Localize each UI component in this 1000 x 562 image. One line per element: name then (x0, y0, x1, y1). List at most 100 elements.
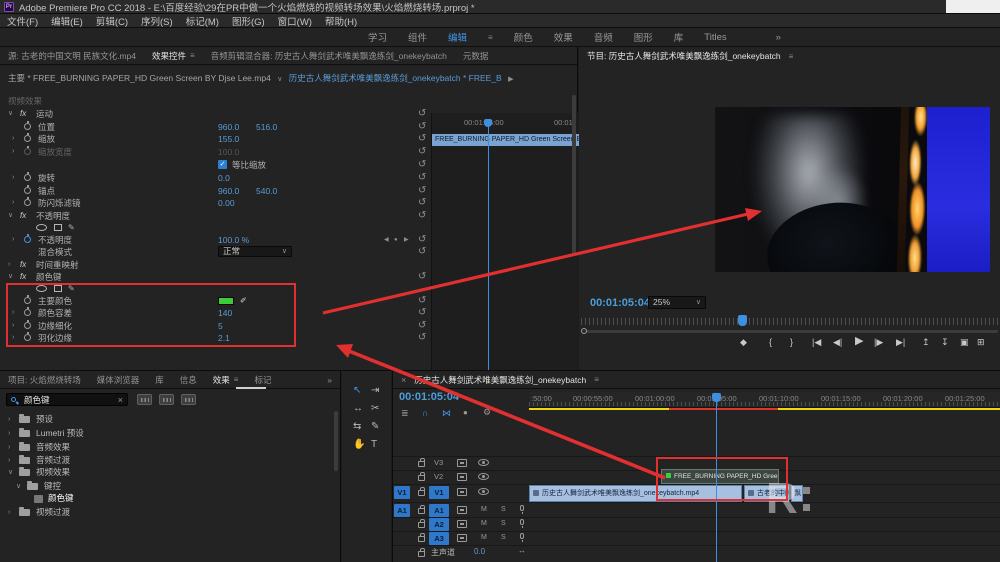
clip-v1-sword-dance[interactable]: 历史古人舞剑武术唯美飘逸练剑_onekeybatch.mp4 (529, 485, 742, 502)
lift-button[interactable]: ↥ (922, 335, 930, 349)
stopwatch-icon-active[interactable] (24, 234, 31, 243)
clip-v2-burning-paper[interactable]: FREE_BURNING PAPER_HD Green Scr (661, 469, 779, 484)
scale-value[interactable]: 155.0 (218, 133, 239, 145)
twirl-open-icon[interactable]: ∨ (8, 210, 13, 222)
workspace-overflow-chevron[interactable]: » (776, 32, 781, 43)
reset-icon[interactable]: ↺ (418, 197, 426, 209)
tree-item-audio-effects[interactable]: › 音频效果 (0, 441, 330, 454)
workspace-titles[interactable]: Titles (704, 32, 726, 43)
go-to-out-button[interactable]: ▶| (896, 335, 905, 349)
stopwatch-icon[interactable] (24, 133, 31, 142)
track-select-tool[interactable]: ⇥ (371, 385, 379, 396)
lock-icon[interactable] (418, 458, 425, 467)
stopwatch-icon[interactable] (24, 332, 31, 341)
panel-menu-icon[interactable]: ≡ (190, 51, 195, 60)
ec-vertical-scrollbar[interactable] (572, 95, 576, 255)
mute-button[interactable]: M (481, 520, 487, 527)
rotation-value[interactable]: 0.0 (218, 172, 230, 184)
workspace-audio[interactable]: 音频 (594, 30, 613, 44)
menu-graphics[interactable]: 图形(G) (232, 14, 265, 28)
effect-row-opacity[interactable]: ∨ fx 不透明度 ↺ (0, 210, 430, 222)
stopwatch-icon[interactable] (24, 121, 31, 130)
tree-scrollbar[interactable] (334, 411, 338, 471)
track-target-a2[interactable]: A2 (429, 518, 449, 531)
twirl-closed-icon[interactable]: › (12, 332, 14, 344)
workspace-color[interactable]: 颜色 (514, 30, 533, 44)
reset-icon[interactable]: ↺ (418, 133, 426, 145)
menu-file[interactable]: 文件(F) (7, 14, 38, 28)
add-marker-button[interactable]: ◆ (740, 335, 747, 349)
reset-icon[interactable]: ↺ (418, 271, 426, 283)
twirl-closed-icon[interactable]: › (8, 506, 10, 519)
master-gain-value[interactable]: 0.0 (474, 547, 485, 556)
tab-info[interactable]: 信息 (180, 374, 197, 386)
extract-button[interactable]: ↧ (941, 335, 949, 349)
menu-markers[interactable]: 标记(M) (186, 14, 219, 28)
reset-icon[interactable]: ↺ (418, 295, 426, 307)
sync-lock-icon[interactable] (457, 534, 467, 542)
twirl-closed-icon[interactable]: › (8, 441, 10, 454)
twirl-closed-icon[interactable]: › (8, 413, 10, 426)
reset-icon[interactable]: ↺ (418, 121, 426, 133)
menu-help[interactable]: 帮助(H) (325, 14, 357, 28)
lock-icon[interactable] (418, 472, 425, 481)
mute-button[interactable]: M (481, 534, 487, 541)
solo-button[interactable]: S (501, 534, 506, 541)
track-visibility-icon[interactable] (478, 473, 489, 480)
lock-icon[interactable] (418, 505, 425, 514)
edge-thin-value[interactable]: 5 (218, 320, 223, 332)
tree-item-presets[interactable]: › 预设 (0, 413, 330, 426)
solo-button[interactable]: S (501, 520, 506, 527)
tab-libraries[interactable]: 库 (155, 374, 164, 386)
menu-edit[interactable]: 编辑(E) (51, 14, 83, 28)
workspace-menu-icon[interactable]: ≡ (488, 33, 493, 42)
twirl-closed-icon[interactable]: › (12, 133, 14, 145)
program-scrub-bar[interactable] (581, 318, 998, 325)
track-label-v2[interactable]: V2 (434, 472, 443, 481)
edge-feather-value[interactable]: 2.1 (218, 332, 230, 344)
tab-audio-clip-mixer[interactable]: 音频剪辑混合器: 历史古人舞剑武术唯美飘逸练剑_onekeybatch (211, 50, 447, 62)
sync-lock-icon[interactable] (457, 520, 467, 528)
tab-effects[interactable]: 效果 (213, 374, 230, 386)
anchor-x-value[interactable]: 960.0 (218, 185, 239, 197)
ellipse-mask-icon[interactable] (36, 224, 47, 231)
anchor-y-value[interactable]: 540.0 (256, 185, 277, 197)
stopwatch-icon[interactable] (24, 295, 31, 304)
twirl-closed-icon[interactable]: › (8, 259, 10, 271)
panel-menu-icon[interactable]: ≡ (594, 375, 599, 384)
search-input-value[interactable]: 颜色键 (24, 395, 50, 406)
tree-item-video-effects[interactable]: ∨ 视频效果 (0, 466, 330, 479)
rect-mask-icon[interactable] (54, 285, 62, 292)
button-editor-button[interactable]: ⊞ (977, 335, 985, 349)
program-scroll-knob[interactable] (581, 328, 587, 334)
lock-icon[interactable] (418, 519, 425, 528)
reset-icon[interactable]: ↺ (418, 234, 426, 246)
reset-icon[interactable]: ↺ (418, 320, 426, 332)
position-y-value[interactable]: 516.0 (256, 121, 277, 133)
effects-search-box[interactable]: 颜色键 × (6, 393, 128, 406)
voiceover-mic-icon[interactable] (520, 505, 524, 514)
accelerated-effects-badge[interactable] (137, 394, 152, 405)
workspace-effects[interactable]: 效果 (554, 30, 573, 44)
position-x-value[interactable]: 960.0 (218, 121, 239, 133)
tab-sequence[interactable]: 历史古人舞剑武术唯美飘逸练剑_onekeybatch (414, 374, 586, 386)
panel-menu-icon[interactable]: ≡ (234, 375, 239, 384)
razor-tool[interactable]: ✂ (371, 403, 379, 414)
nest-toggle-icon[interactable]: ≣ (401, 408, 409, 419)
sync-lock-icon[interactable] (457, 473, 467, 481)
stopwatch-icon[interactable] (24, 146, 31, 155)
timeline-playhead-line[interactable] (716, 399, 717, 562)
menu-sequence[interactable]: 序列(S) (141, 14, 173, 28)
opacity-value[interactable]: 100.0 % (218, 234, 249, 246)
tab-markers[interactable]: 标记 (254, 374, 271, 386)
mark-in-button[interactable]: { (769, 335, 772, 349)
sync-lock-icon[interactable] (457, 488, 467, 496)
twirl-open-icon[interactable]: ∨ (8, 108, 13, 120)
timeline-settings-icon[interactable]: ⚙ (483, 407, 491, 418)
marker-icon[interactable]: ● (463, 408, 468, 417)
step-forward-button[interactable]: |▶ (874, 335, 883, 349)
program-timecode[interactable]: 00:01:05:04 (590, 297, 650, 309)
tree-item-lumetri-presets[interactable]: › Lumetri 预设 (0, 427, 330, 440)
sync-lock-icon[interactable] (457, 506, 467, 514)
ec-clip-bar[interactable]: FREE_BURNING PAPER_HD Green Screen B (432, 134, 579, 146)
